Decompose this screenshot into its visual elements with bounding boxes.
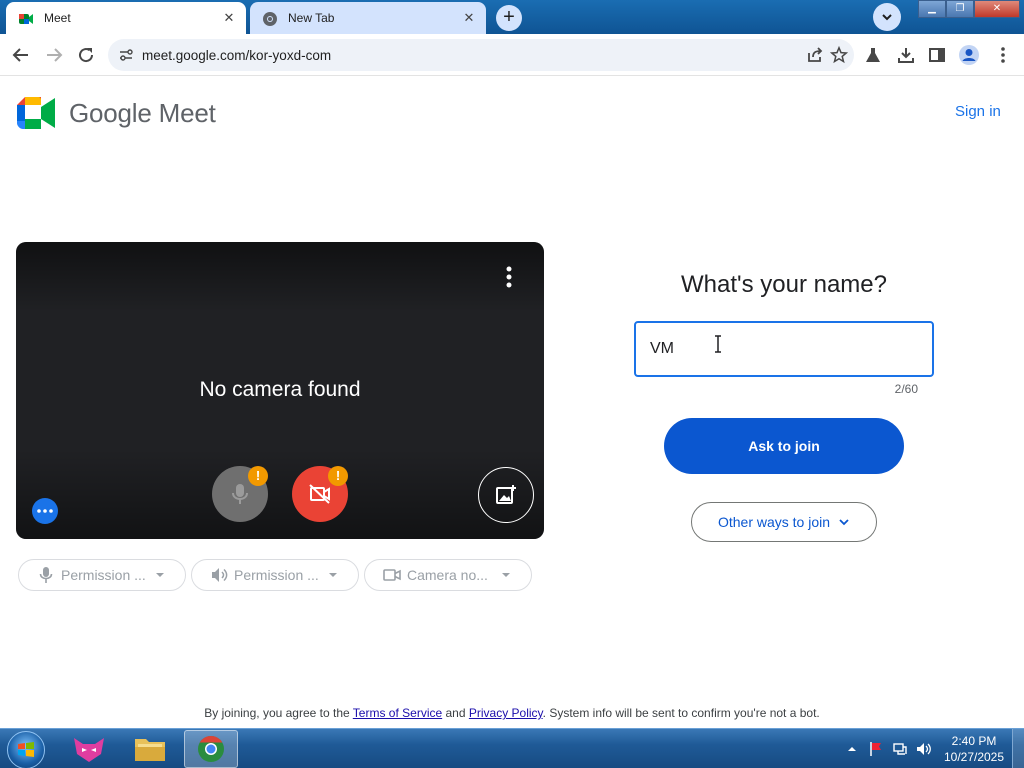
- camera-off-icon: [309, 484, 330, 504]
- more-settings-button[interactable]: [32, 498, 58, 524]
- camera-icon: [383, 566, 401, 584]
- labs-button[interactable]: [862, 44, 884, 66]
- side-panel-button[interactable]: [926, 44, 948, 66]
- action-center-flag-icon[interactable]: [868, 741, 884, 757]
- name-input[interactable]: [634, 321, 934, 377]
- close-tab-icon[interactable]: ✕: [460, 9, 478, 27]
- other-ways-label: Other ways to join: [717, 514, 831, 530]
- site-settings-icon[interactable]: [118, 47, 134, 63]
- browser-toolbar: meet.google.com/kor-yoxd-com: [0, 34, 1024, 76]
- downloads-button[interactable]: [895, 44, 917, 66]
- flask-icon: [866, 48, 880, 62]
- permission-label: Permission ...: [234, 567, 319, 583]
- mic-permission-dropdown[interactable]: Permission ...: [18, 559, 186, 591]
- camera-warning-icon: !: [328, 466, 348, 486]
- text-cursor-icon: [715, 335, 721, 353]
- chevron-down-icon: [839, 519, 849, 526]
- download-icon: [898, 48, 914, 63]
- address-bar[interactable]: meet.google.com/kor-yoxd-com: [108, 39, 854, 71]
- video-preview: No camera found ! !: [16, 242, 544, 539]
- character-counter: 2/60: [894, 382, 918, 396]
- url-text: meet.google.com/kor-yoxd-com: [142, 48, 332, 63]
- more-horiz-icon: [37, 509, 53, 513]
- taskbar-app-explorer[interactable]: [123, 730, 177, 768]
- close-tab-icon[interactable]: ✕: [220, 9, 238, 27]
- reload-button[interactable]: [75, 44, 97, 66]
- preview-top-shade: [16, 242, 544, 312]
- add-photo-icon: [496, 485, 516, 504]
- no-camera-message: No camera found: [199, 378, 361, 401]
- camera-permission-dropdown[interactable]: Camera no...: [364, 559, 532, 591]
- legal-notice: By joining, you agree to the Terms of Se…: [0, 706, 1024, 720]
- side-panel-icon: [929, 48, 945, 62]
- profile-button[interactable]: [958, 44, 980, 66]
- dropdown-caret-icon: [502, 573, 510, 577]
- volume-icon[interactable]: [916, 741, 932, 757]
- arrow-left-icon: [12, 48, 28, 62]
- new-tab-button[interactable]: +: [496, 5, 522, 31]
- reload-icon: [79, 48, 94, 63]
- privacy-policy-link[interactable]: Privacy Policy: [469, 706, 543, 720]
- preview-bottom-shade: [16, 449, 544, 539]
- legal-and: and: [442, 706, 469, 720]
- mic-icon: [37, 566, 55, 584]
- clock-time: 2:40 PM: [951, 734, 997, 748]
- brand-name: Google Meet: [69, 97, 216, 128]
- legal-suffix: . System info will be sent to confirm yo…: [542, 706, 820, 720]
- tab-title: Meet: [44, 11, 71, 25]
- windows-logo-icon: [18, 742, 34, 757]
- avatar-icon: [959, 45, 979, 65]
- tab-title: New Tab: [288, 11, 335, 25]
- meet-logo-icon: [17, 97, 55, 129]
- speaker-icon: [210, 566, 228, 584]
- taskbar-app-chrome[interactable]: [184, 730, 238, 768]
- dropdown-caret-icon: [329, 573, 337, 577]
- back-button[interactable]: [10, 44, 32, 66]
- arrow-right-icon: [47, 48, 63, 62]
- meet-favicon-icon: [19, 14, 33, 24]
- taskbar-app-fox[interactable]: [62, 730, 116, 768]
- start-button[interactable]: [7, 731, 45, 768]
- ask-to-join-button[interactable]: Ask to join: [664, 418, 904, 474]
- maximize-icon[interactable]: ❐: [946, 0, 974, 18]
- clock-date: 10/27/2025: [943, 750, 1005, 764]
- tab-meet[interactable]: Meet ✕: [6, 2, 246, 34]
- chrome-icon: [198, 735, 224, 762]
- dropdown-caret-icon: [156, 573, 164, 577]
- tab-new-tab[interactable]: New Tab ✕: [250, 2, 486, 34]
- show-desktop-button[interactable]: [1012, 729, 1024, 768]
- more-vert-icon: [1001, 47, 1005, 63]
- window-close-icon[interactable]: ✕: [974, 0, 1020, 18]
- legal-prefix: By joining, you agree to the: [204, 706, 353, 720]
- sign-in-link[interactable]: Sign in: [955, 103, 1001, 120]
- fox-app-icon: [74, 738, 104, 762]
- name-heading: What's your name?: [680, 271, 887, 298]
- visual-effects-button[interactable]: [478, 467, 534, 523]
- mic-icon: [232, 484, 248, 504]
- system-tray: [840, 729, 932, 768]
- mic-warning-icon: !: [248, 466, 268, 486]
- permission-label: Camera no...: [407, 567, 488, 583]
- google-meet-logo[interactable]: Google Meet: [17, 97, 216, 129]
- tab-search-button[interactable]: [873, 3, 901, 31]
- menu-button[interactable]: [992, 44, 1014, 66]
- system-clock[interactable]: 2:40 PM 10/27/2025: [938, 733, 1010, 765]
- minimize-icon[interactable]: ▁: [918, 0, 946, 18]
- permission-label: Permission ...: [61, 567, 146, 583]
- speaker-permission-dropdown[interactable]: Permission ...: [191, 559, 359, 591]
- network-icon[interactable]: [892, 741, 908, 757]
- chevron-down-icon: [882, 14, 892, 21]
- forward-button[interactable]: [43, 44, 65, 66]
- chrome-icon: [263, 12, 277, 26]
- tab-strip: Meet ✕ New Tab ✕ + ▁ ❐ ✕: [0, 0, 1024, 34]
- share-icon[interactable]: [806, 46, 824, 64]
- os-taskbar: 2:40 PM 10/27/2025: [0, 728, 1024, 768]
- tray-expand-icon[interactable]: [846, 743, 858, 755]
- more-options-icon[interactable]: [502, 264, 516, 292]
- terms-of-service-link[interactable]: Terms of Service: [353, 706, 442, 720]
- folder-icon: [135, 739, 165, 761]
- window-controls: ▁ ❐ ✕: [918, 0, 1020, 20]
- bookmark-star-icon[interactable]: [830, 46, 848, 64]
- other-ways-to-join-button[interactable]: Other ways to join: [691, 502, 877, 542]
